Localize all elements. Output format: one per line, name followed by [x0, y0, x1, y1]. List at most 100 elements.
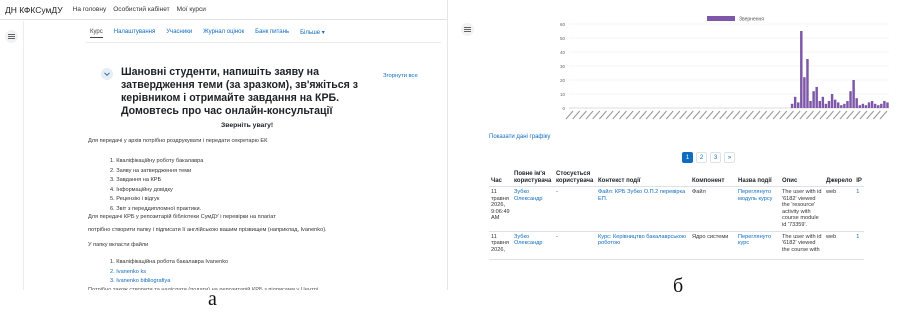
col-header-affected-user: Стосується користувача — [554, 170, 596, 187]
chart-bar[interactable] — [824, 103, 828, 108]
chart-bar[interactable] — [843, 103, 846, 108]
cell-event-link[interactable]: Переглянуто курс — [736, 231, 780, 260]
cell-origin: web — [824, 231, 855, 260]
page-1-button[interactable]: 1 — [682, 152, 693, 163]
chart-bar[interactable] — [815, 87, 818, 108]
pagination: 1 2 3 » — [682, 152, 735, 163]
nav-my-courses-link[interactable]: Мої курси — [177, 6, 206, 13]
chart-bar[interactable] — [852, 80, 855, 108]
tab-course[interactable]: Курс — [90, 29, 103, 38]
chart-bar[interactable] — [880, 103, 883, 108]
y-tick-label: 10 — [560, 92, 566, 97]
x-tick-label — [732, 110, 741, 120]
y-tick-label: 0 — [562, 106, 565, 111]
chart-bar[interactable] — [830, 94, 834, 108]
chart-bar[interactable] — [877, 105, 880, 108]
col-header-origin: Джерело — [824, 170, 855, 187]
next-page-button[interactable]: » — [724, 152, 735, 163]
cell-context-link[interactable]: Файл: КРБ Зубко О.П.2 перевірка ЕП. — [596, 186, 690, 232]
chart-bar[interactable] — [855, 98, 858, 108]
chart-bar[interactable] — [858, 105, 861, 108]
show-chart-data-link[interactable]: Показати дані графіку — [489, 134, 550, 140]
col-header-event-context: Контекст події — [596, 170, 690, 187]
site-brand[interactable]: ДН КФКСумДУ — [5, 5, 63, 15]
file-link-ks[interactable]: 2. Ivanenko ks — [110, 268, 228, 278]
table-row: 11 травня 2026, Зубко Олександр - Курс: … — [489, 231, 865, 260]
x-tick-label — [645, 110, 654, 120]
chart-bar[interactable] — [886, 102, 889, 108]
cell-affected-user: - — [554, 186, 596, 232]
chart-bar[interactable] — [867, 102, 871, 108]
chart-bar[interactable] — [793, 96, 797, 108]
y-tick-label: 40 — [560, 50, 566, 55]
x-tick-label — [652, 110, 661, 120]
course-secondary-nav: Курс Налаштування Учасники Журнал оцінок… — [90, 29, 325, 38]
nav-dashboard-link[interactable]: Особистий кабінет — [113, 6, 169, 13]
panel-b: Звернення 0 10 20 30 40 50 60 Показати дані гр… — [456, 2, 904, 272]
section-collapse-button[interactable] — [101, 68, 113, 80]
course-index-toggle-button[interactable] — [5, 30, 18, 43]
table-header-row: Час Повне ім'я користувача Стосується ко… — [489, 170, 865, 187]
chart-bar[interactable] — [809, 101, 812, 108]
x-tick-label — [879, 110, 888, 120]
chart-bar[interactable] — [873, 103, 877, 108]
x-tick-label — [692, 110, 701, 120]
tab-question-bank[interactable]: Банк питань — [255, 29, 289, 38]
chart-bar[interactable] — [846, 101, 849, 108]
x-tick-label — [832, 110, 841, 120]
file-link-bibliografiya[interactable]: 3. Ivanenko bibliografiya — [110, 277, 228, 287]
chart-bar[interactable] — [840, 105, 843, 108]
cell-user-link[interactable]: Зубко Олександр — [512, 231, 554, 260]
col-header-ip: IP — [854, 170, 865, 187]
x-tick-label — [725, 110, 734, 120]
chart-bar[interactable] — [864, 105, 868, 108]
cell-event-link[interactable]: Переглянуто модуль курсу — [736, 186, 780, 232]
chart-bar[interactable] — [803, 77, 806, 108]
collapse-all-link[interactable]: Згорнути все — [383, 73, 418, 79]
chart-bar[interactable] — [812, 91, 815, 108]
x-tick-label — [672, 110, 681, 120]
x-tick-label — [665, 110, 674, 120]
x-tick-label — [605, 110, 614, 120]
x-tick-label — [752, 110, 761, 120]
chart-bar[interactable] — [806, 59, 809, 108]
tab-participants[interactable]: Учасники — [166, 29, 192, 38]
cell-ip[interactable]: 1 — [854, 186, 865, 232]
nav-home-link[interactable]: На головну — [73, 6, 107, 13]
cell-ip[interactable]: 1 — [854, 231, 865, 260]
x-tick-label — [745, 110, 754, 120]
table-row: 11 травня 2026, 9:06:49 AM Зубко Олексан… — [489, 186, 865, 232]
cell-context-link[interactable]: Курс: Керівництво бакалаврською роботою — [596, 231, 690, 260]
chart-bar[interactable] — [861, 103, 865, 108]
x-tick-label — [619, 110, 627, 120]
chart-bar[interactable] — [870, 101, 874, 108]
chart-bar[interactable] — [800, 31, 803, 108]
attention-heading: Зверніть увагу! — [221, 122, 274, 129]
truncated-text-line: Потрібно також створити та надіслати (по… — [88, 287, 319, 290]
chart-bar[interactable] — [797, 102, 800, 108]
x-tick-label — [872, 110, 881, 120]
cell-component: Ядро системи — [690, 231, 736, 260]
tab-more[interactable]: Більше ▾ — [300, 29, 325, 38]
chart-bar[interactable] — [818, 101, 821, 108]
chart-bar[interactable] — [833, 99, 837, 108]
folder-files-text: У папку вкласти файли — [88, 242, 149, 248]
cell-user-link[interactable]: Зубко Олександр — [512, 186, 554, 232]
chart-bar[interactable] — [837, 102, 840, 108]
archive-documents-list: 1. Кваліфікаційну роботу бакалавра 2. За… — [110, 157, 203, 215]
chart-bar[interactable] — [790, 103, 794, 108]
page-3-button[interactable]: 3 — [710, 152, 721, 163]
page-2-button[interactable]: 2 — [696, 152, 707, 163]
col-header-full-name[interactable]: Повне ім'я користувача — [512, 170, 554, 187]
chart-bar[interactable] — [883, 101, 886, 108]
x-tick-label — [839, 110, 848, 120]
chart-bar[interactable] — [849, 91, 852, 108]
tab-gradebook[interactable]: Журнал оцінок — [203, 29, 244, 38]
col-header-time[interactable]: Час — [489, 170, 512, 187]
chart-bar[interactable] — [821, 96, 825, 108]
top-navbar: ДН КФКСумДУ На головну Особистий кабінет… — [0, 0, 447, 20]
tab-settings[interactable]: Налаштування — [114, 29, 155, 38]
x-tick-label — [625, 110, 634, 120]
x-tick-label — [639, 110, 647, 120]
chart-bar[interactable] — [827, 101, 831, 108]
